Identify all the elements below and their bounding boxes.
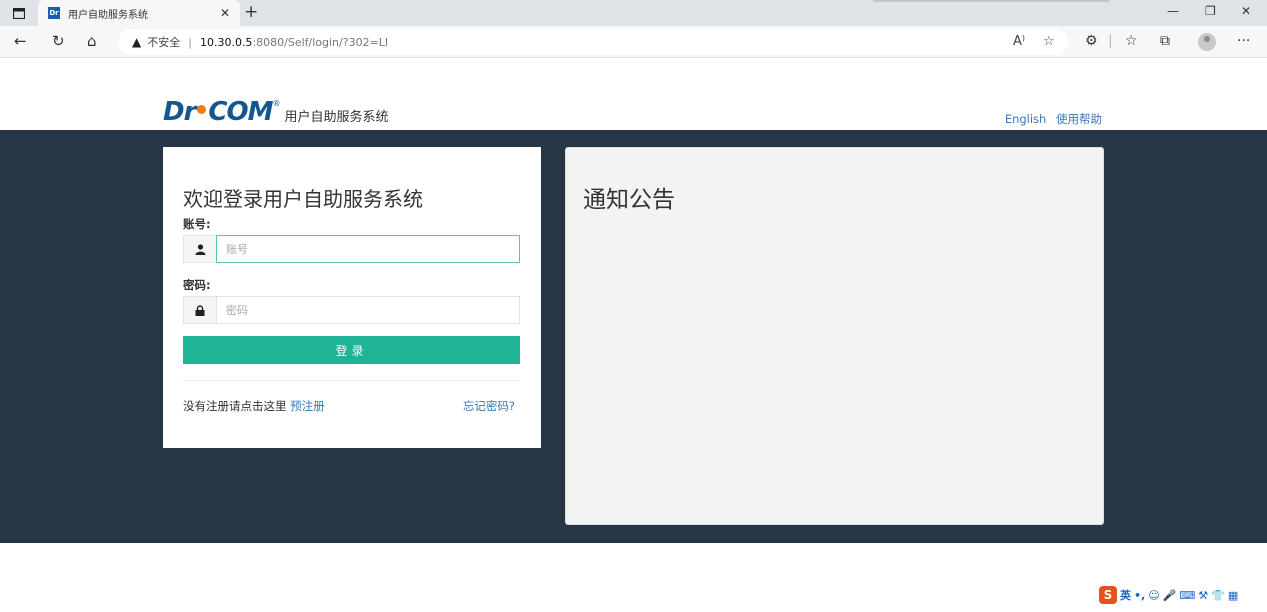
url-host: 10.30.0.5 (199, 35, 253, 49)
logo-mark: Dr COM (163, 97, 273, 127)
browser-tab-bar: Dr 用户自助服务系统 ✕ + — ❐ ✕ (0, 0, 1267, 26)
ime-emoji-icon[interactable]: ☺ (1148, 589, 1159, 602)
read-aloud-icon[interactable]: A⁾ (1013, 34, 1025, 49)
profile-icon[interactable] (1198, 33, 1216, 51)
restore-icon[interactable]: ❐ (1205, 4, 1216, 18)
divider (183, 380, 520, 381)
logo-registered: ® (272, 99, 281, 108)
divider: | (1108, 33, 1113, 49)
user-icon (183, 235, 216, 263)
browser-tab[interactable]: Dr 用户自助服务系统 ✕ (38, 0, 240, 26)
warning-icon[interactable]: ▲ (132, 35, 141, 49)
ime-tools-icon[interactable]: ⚒ (1198, 589, 1208, 602)
login-title: 欢迎登录用户自助服务系统 (183, 187, 423, 211)
logo: Dr COM ® 用户自助服务系统 (163, 98, 388, 126)
separator: | (188, 35, 192, 49)
notice-title: 通知公告 (583, 187, 675, 213)
close-window-icon[interactable]: ✕ (1241, 4, 1251, 18)
ime-menu-icon[interactable]: ▦ (1228, 589, 1238, 602)
new-tab-icon[interactable]: + (244, 2, 258, 22)
back-icon[interactable]: ← (14, 32, 27, 50)
sidebar-icon[interactable] (9, 3, 29, 23)
lock-icon (183, 296, 216, 324)
logo-text: 用户自助服务系统 (284, 110, 389, 125)
ime-toolbar: S 英 •, ☺ 🎤 ⌨ ⚒ 👕 ▦ (1099, 586, 1238, 604)
ime-lang-toggle[interactable]: 英 (1120, 587, 1131, 603)
ime-voice-icon[interactable]: 🎤 (1163, 589, 1177, 602)
url-field[interactable]: ▲ 不安全 | 10.30.0.5 :8080/Self/login/?302=… (118, 29, 1068, 55)
ime-punct-icon[interactable]: •, (1134, 589, 1145, 602)
favorites-icon[interactable]: ☆ (1125, 33, 1138, 49)
ime-keyboard-icon[interactable]: ⌨ (1179, 589, 1195, 602)
password-input[interactable] (216, 296, 520, 324)
close-icon[interactable]: ✕ (220, 6, 230, 20)
account-label: 账号: (183, 217, 211, 231)
header-links: English 使用帮助 (999, 111, 1102, 127)
minimize-icon[interactable]: — (1167, 4, 1179, 18)
ime-logo-icon[interactable]: S (1099, 586, 1117, 604)
collections-icon[interactable]: ⧉ (1160, 33, 1170, 49)
password-label: 密码: (183, 278, 211, 292)
notice-panel: 通知公告 (565, 147, 1104, 525)
home-icon[interactable]: ⌂ (87, 32, 97, 50)
logo-dot (197, 105, 207, 114)
register-prompt: 没有注册请点击这里 预注册 (183, 398, 325, 414)
account-input-group (183, 235, 520, 263)
security-label[interactable]: 不安全 (147, 34, 180, 50)
divider (873, 0, 1109, 2)
favicon-icon: Dr (48, 7, 60, 19)
account-input[interactable] (216, 235, 520, 263)
login-button[interactable]: 登录 (183, 336, 520, 364)
url-path: :8080/Self/login/?302=LI (252, 35, 389, 49)
tab-title: 用户自助服务系统 (68, 9, 148, 21)
address-bar-row: ← ↻ ⌂ ▲ 不安全 | 10.30.0.5 :8080/Self/login… (0, 26, 1267, 58)
preregister-link[interactable]: 预注册 (290, 399, 325, 413)
english-link[interactable]: English (1005, 112, 1047, 126)
help-link[interactable]: 使用帮助 (1056, 112, 1102, 126)
ime-skin-icon[interactable]: 👕 (1211, 589, 1225, 602)
password-input-group (183, 296, 520, 324)
extensions-icon[interactable]: ⚙ (1085, 33, 1098, 49)
forgot-password-link[interactable]: 忘记密码? (463, 398, 515, 414)
favorites-add-icon[interactable]: ☆ (1043, 34, 1055, 49)
more-icon[interactable]: ··· (1237, 33, 1250, 49)
register-prompt-text: 没有注册请点击这里 (183, 399, 287, 413)
login-card: 欢迎登录用户自助服务系统 账号: 密码: 登录 没有注册请点击这里 预注册 忘记… (163, 147, 541, 448)
refresh-icon[interactable]: ↻ (52, 32, 65, 50)
